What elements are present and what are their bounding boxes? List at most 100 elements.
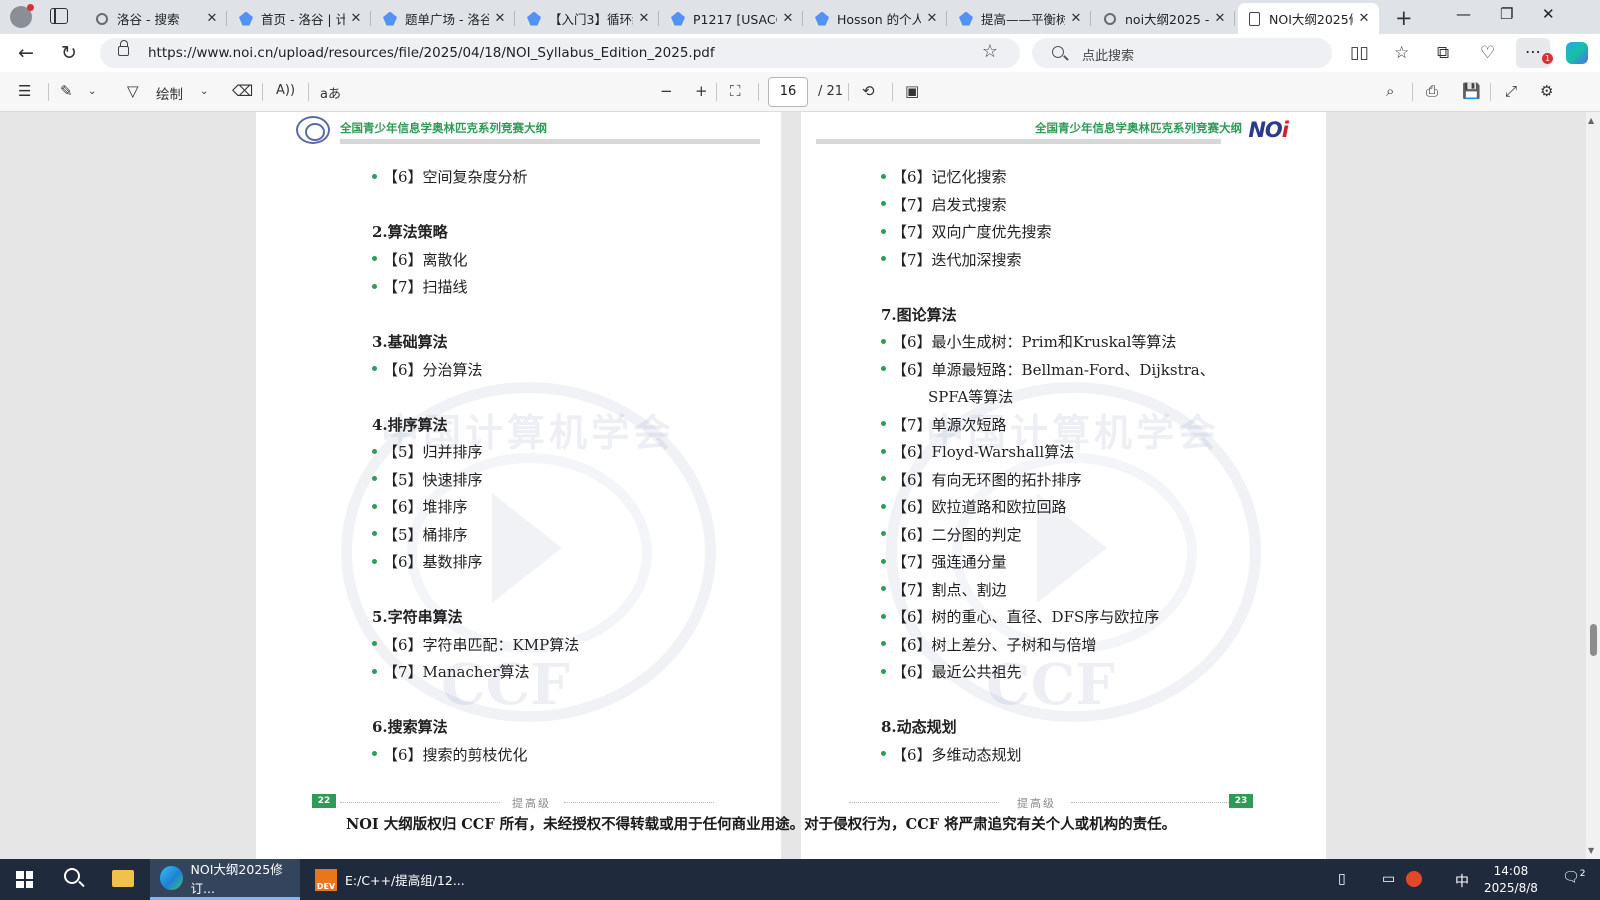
close-window-button[interactable]: ✕ bbox=[1542, 5, 1555, 23]
print-icon[interactable]: ⎙ bbox=[1426, 82, 1438, 100]
close-tab-icon[interactable]: ✕ bbox=[493, 11, 507, 26]
refresh-button[interactable]: ↻ bbox=[61, 42, 77, 64]
syllabus-item: 【6】搜索的剪枝优化 bbox=[372, 742, 579, 770]
copilot-icon[interactable] bbox=[1566, 42, 1588, 64]
syllabus-item-text: 【7】强连通分量 bbox=[892, 553, 1007, 571]
syllabus-item-text: 【6】二分图的判定 bbox=[892, 525, 1022, 544]
notification-center-icon[interactable]: 🗨2 bbox=[1562, 869, 1586, 886]
pdf-settings-gear-icon[interactable]: ⚙ bbox=[1540, 82, 1553, 100]
close-tab-icon[interactable]: ✕ bbox=[205, 11, 219, 26]
browser-tab[interactable]: P1217 [USACO1.5] 回文质数 ✕ bbox=[662, 3, 803, 34]
highlight-dropdown-chevron-icon[interactable]: ⌄ bbox=[88, 86, 96, 97]
network-icon[interactable]: ▭ bbox=[1382, 871, 1395, 887]
translate-icon[interactable]: aあ bbox=[320, 83, 341, 102]
browser-tab[interactable]: 洛谷 - 搜索 ✕ bbox=[86, 3, 227, 34]
bullet-icon bbox=[881, 531, 886, 536]
bullet-icon bbox=[881, 338, 886, 344]
taskbar-app-button[interactable]: DEV E:/C++/提高组/12... bbox=[305, 859, 465, 900]
taskbar-search-icon[interactable] bbox=[64, 868, 80, 884]
browser-tab[interactable]: Hosson 的个人中心 - 洛谷 ✕ bbox=[806, 3, 947, 34]
close-tab-icon[interactable]: ✕ bbox=[925, 11, 939, 26]
draw-label[interactable]: 绘制 bbox=[156, 83, 183, 103]
browser-essentials-icon[interactable]: ♡ bbox=[1480, 43, 1495, 63]
restore-button[interactable]: ❐ bbox=[1500, 5, 1513, 23]
luogu-icon bbox=[382, 11, 398, 27]
tab-separator bbox=[658, 11, 659, 26]
rotate-icon[interactable]: ⟲ bbox=[862, 82, 875, 100]
close-tab-icon[interactable]: ✕ bbox=[1213, 11, 1227, 26]
browser-tab[interactable]: 题单广场 - 洛谷 | 计算机科学教育新生态 ✕ bbox=[374, 3, 515, 34]
bullet-icon bbox=[881, 448, 886, 454]
close-tab-icon[interactable]: ✕ bbox=[781, 11, 795, 26]
eraser-icon[interactable]: ⌫ bbox=[232, 82, 253, 100]
system-clock[interactable]: 14:08 2025/8/8 bbox=[1484, 863, 1538, 897]
lock-icon[interactable] bbox=[118, 40, 129, 56]
scrollbar-thumb[interactable] bbox=[1590, 624, 1597, 656]
syllabus-item: 【6】最小生成树：Prim和Kruskal等算法 bbox=[881, 329, 1215, 357]
toolbar-divider bbox=[1412, 83, 1413, 101]
close-tab-icon[interactable]: ✕ bbox=[1069, 11, 1083, 26]
syllabus-item-text: SPFA等算法 bbox=[928, 388, 1014, 406]
highlight-icon[interactable]: ✎ bbox=[60, 82, 73, 100]
zoom-in-button[interactable]: + bbox=[695, 82, 708, 100]
draw-icon[interactable]: ▽ bbox=[127, 82, 139, 100]
read-aloud-icon[interactable]: A)) bbox=[276, 83, 295, 98]
web-search-box[interactable]: 点此搜索 bbox=[1032, 38, 1332, 68]
profile-avatar-icon[interactable] bbox=[10, 4, 34, 28]
syllabus-item-text: 【6】分治算法 bbox=[383, 360, 483, 379]
collections-icon[interactable]: ⧉ bbox=[1437, 43, 1449, 63]
find-icon[interactable]: ⌕ bbox=[1386, 82, 1394, 100]
browser-tab[interactable]: 提高——平衡树 ✕ bbox=[950, 3, 1091, 34]
draw-dropdown-chevron-icon[interactable]: ⌄ bbox=[200, 86, 208, 97]
bullet-icon bbox=[881, 173, 886, 179]
phone-link-icon[interactable]: ▯ bbox=[1338, 871, 1346, 887]
close-tab-icon[interactable]: ✕ bbox=[637, 11, 651, 26]
address-bar[interactable]: https://www.noi.cn/upload/resources/file… bbox=[100, 38, 1020, 68]
favorites-icon[interactable]: ☆ bbox=[1394, 43, 1409, 63]
input-method-indicator[interactable]: 中 bbox=[1455, 871, 1469, 891]
bullet-icon bbox=[881, 228, 886, 234]
zoom-out-button[interactable]: − bbox=[660, 82, 673, 100]
back-button[interactable]: ← bbox=[18, 42, 34, 64]
notification-count: 2 bbox=[1579, 869, 1586, 879]
fullscreen-icon[interactable]: ⤢ bbox=[1505, 82, 1517, 100]
security-tray-icon[interactable] bbox=[1406, 871, 1422, 887]
tab-actions-icon[interactable] bbox=[50, 8, 68, 24]
syllabus-item: 【7】Manacher算法 bbox=[372, 659, 579, 687]
syllabus-item-text: 【6】搜索的剪枝优化 bbox=[383, 745, 528, 764]
pdf-page-right: 中国计算机学会 CCF 全国青少年信息学奥林匹克系列竞赛大纲 NOi 【6】记忆… bbox=[801, 112, 1326, 859]
syllabus-item: 【5】桶排序 bbox=[372, 522, 579, 550]
save-icon[interactable]: 💾 bbox=[1462, 82, 1481, 100]
url-text[interactable]: https://www.noi.cn/upload/resources/file… bbox=[148, 45, 715, 61]
scroll-up-arrow-icon[interactable]: ▲ bbox=[1588, 116, 1594, 125]
browser-tab[interactable]: 【入门3】循环结构 - 题单 - 洛谷 ✕ bbox=[518, 3, 659, 34]
syllabus-item-text: 【6】最小生成树：Prim和Kruskal等算法 bbox=[892, 333, 1177, 351]
table-of-contents-icon[interactable]: ☰ bbox=[18, 82, 31, 100]
fit-to-page-icon[interactable]: ⛶ bbox=[730, 82, 741, 100]
ccf-emblem-icon bbox=[296, 116, 330, 144]
minimize-button[interactable]: — bbox=[1456, 5, 1471, 23]
vertical-scrollbar[interactable]: ▲ ▼ bbox=[1586, 112, 1600, 859]
scroll-down-arrow-icon[interactable]: ▼ bbox=[1588, 846, 1594, 855]
browser-tab[interactable]: noi大纲2025 - 搜索 ✕ bbox=[1094, 3, 1235, 34]
close-tab-icon[interactable]: ✕ bbox=[1357, 11, 1371, 26]
syllabus-item-text: 【6】单源最短路：Bellman-Ford、Dijkstra、 bbox=[892, 360, 1215, 379]
taskbar-app-button[interactable]: NOI大纲2025修订... bbox=[150, 859, 300, 900]
pdf-viewer[interactable]: 中国计算机学会 CCF 全国青少年信息学奥林匹克系列竞赛大纲 【6】空间复杂度分… bbox=[0, 112, 1586, 859]
windows-start-icon[interactable] bbox=[16, 871, 33, 888]
close-tab-icon[interactable]: ✕ bbox=[349, 11, 363, 26]
split-screen-icon[interactable]: ▯▯ bbox=[1350, 43, 1369, 63]
browser-tab[interactable]: 首页 - 洛谷 | 计算机科学教育新生态 ✕ bbox=[230, 3, 371, 34]
syllabus-item-text: 【7】单源次短路 bbox=[892, 415, 1007, 434]
new-tab-button[interactable]: + bbox=[1395, 6, 1413, 30]
page-number-input[interactable]: 16 bbox=[768, 77, 808, 107]
favorite-star-icon[interactable]: ☆ bbox=[982, 41, 998, 62]
syllabus-item: 【6】二分图的判定 bbox=[881, 522, 1215, 550]
browser-tab[interactable]: NOI大纲2025修订版 ✕ bbox=[1238, 3, 1379, 34]
page-view-icon[interactable]: ▣ bbox=[905, 82, 919, 100]
file-explorer-icon[interactable] bbox=[112, 870, 134, 887]
toolbar-divider bbox=[848, 83, 849, 101]
section-heading: 7.图论算法 bbox=[881, 305, 957, 324]
syllabus-item: 【6】空间复杂度分析 bbox=[372, 164, 579, 192]
